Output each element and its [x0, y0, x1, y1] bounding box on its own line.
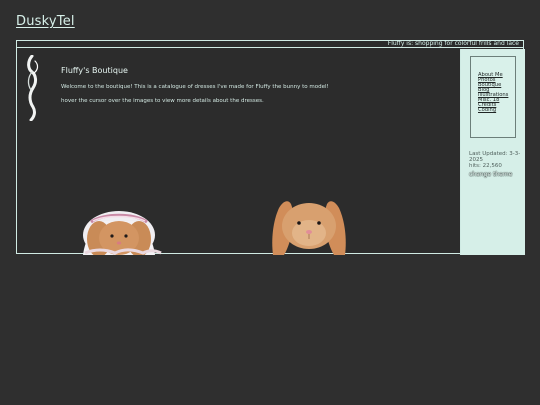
status-bar: Fluffy is: shopping for colorful frills … — [17, 40, 523, 48]
bunny-dress-photo-1[interactable] — [65, 205, 173, 255]
hover-hint: hover the cursor over the images to view… — [61, 98, 264, 104]
page-title: Fluffy's Boutique — [61, 66, 128, 75]
navigation-panel: About Me Photos Boutique Blog Illustrati… — [470, 56, 516, 138]
ribbon-icon — [27, 55, 39, 121]
navigation-list: About Me Photos Boutique Blog Illustrati… — [478, 72, 508, 113]
bunny-dress-photo-2[interactable] — [263, 195, 355, 255]
nav-coding[interactable]: Coding — [478, 107, 508, 113]
page-frame: Fluffy is: shopping for colorful frills … — [16, 40, 525, 255]
change-theme-button[interactable]: change theme — [469, 172, 512, 178]
intro-text: Welcome to the boutique! This is a catal… — [61, 84, 329, 90]
sidebar: About Me Photos Boutique Blog Illustrati… — [460, 49, 525, 255]
hit-counter: hits: 22,560 — [469, 163, 502, 169]
main-content: Fluffy's Boutique Welcome to the boutiqu… — [17, 49, 460, 255]
status-text: Fluffy is: shopping for colorful frills … — [387, 40, 519, 47]
last-updated: Last Updated: 3-3-2025 — [469, 151, 521, 163]
site-title[interactable]: DuskyTel — [16, 14, 75, 29]
